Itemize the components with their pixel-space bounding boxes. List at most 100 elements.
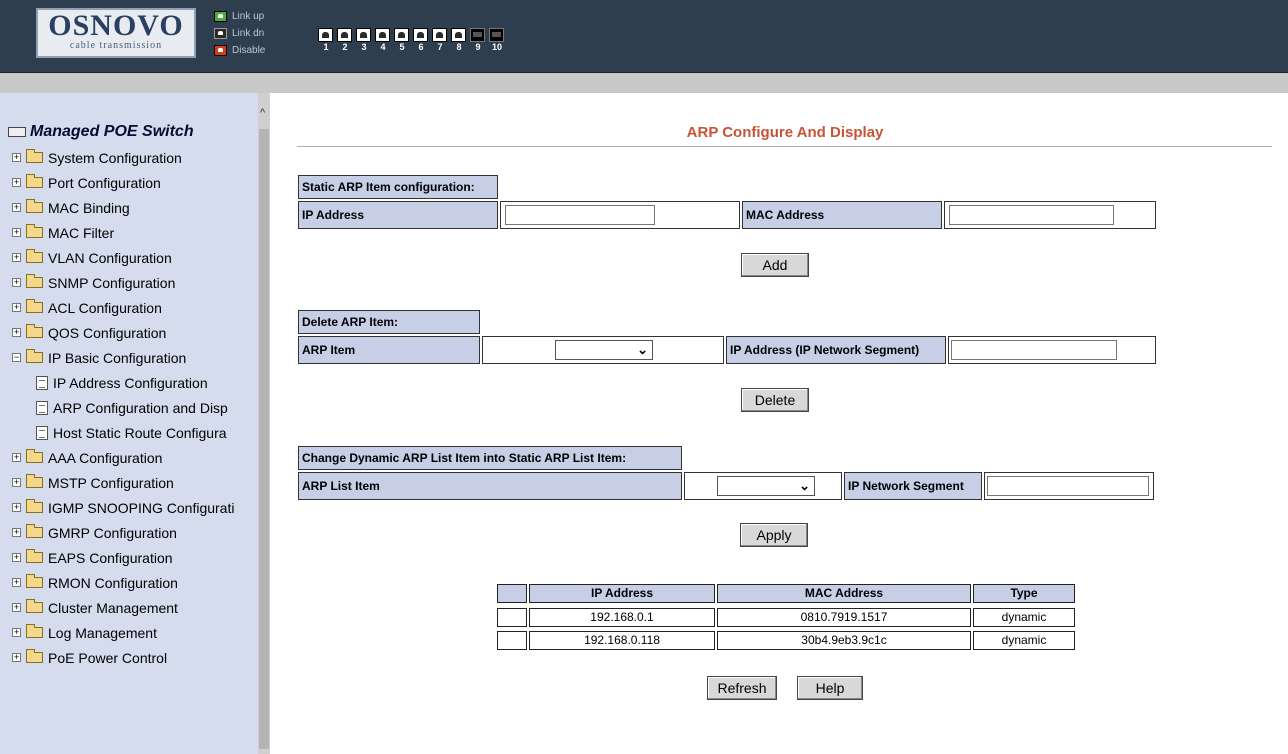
tree-item-ip-address-configuration[interactable]: IP Address Configuration [36,370,208,395]
sfp-port-icon [489,28,504,42]
apply-button[interactable]: Apply [740,523,808,547]
port-3[interactable]: 3 [356,28,372,53]
ethernet-port-icon [356,28,371,42]
ip-network-segment-field-box-2 [984,472,1154,500]
refresh-button[interactable]: Refresh [707,676,777,700]
port-7[interactable]: 7 [432,28,448,53]
port-9[interactable]: 9 [470,28,486,53]
scrollbar-thumb[interactable] [259,129,269,749]
tree-item-eaps-configuration[interactable]: + EAPS Configuration [12,545,173,570]
port-1[interactable]: 1 [318,28,334,53]
scroll-up-icon[interactable]: ^ [260,107,265,119]
sidebar-scrollbar[interactable]: ^ [258,93,270,754]
page-title: ARP Configure And Display [686,124,884,141]
expand-icon[interactable]: + [12,628,21,637]
tree-item-arp-configuration[interactable]: ARP Configuration and Disp [36,395,228,420]
tree-item-mstp-configuration[interactable]: + MSTP Configuration [12,470,174,495]
tree-item-label: System Configuration [48,149,182,166]
tree-item-snmp-configuration[interactable]: + SNMP Configuration [12,270,175,295]
tree-item-ip-basic-configuration[interactable]: − IP Basic Configuration [12,345,186,370]
folder-icon [26,199,43,213]
port-2[interactable]: 2 [337,28,353,53]
table-cell-mac: 30b4.9eb3.9c1c [717,631,971,650]
port-number: 3 [361,42,367,52]
mac-address-column-header: MAC Address [717,584,971,603]
tree-item-qos-configuration[interactable]: + QOS Configuration [12,320,166,345]
help-button[interactable]: Help [797,676,863,700]
sfp-port-icon [470,28,485,42]
arp-list-item-select[interactable]: ⌄ [717,476,815,496]
folder-icon [26,649,43,663]
add-button[interactable]: Add [741,253,809,277]
tree-item-label: AAA Configuration [48,449,163,466]
tree-item-acl-configuration[interactable]: + ACL Configuration [12,295,162,320]
expand-icon[interactable]: + [12,278,21,287]
tree-item-label: IGMP SNOOPING Configurati [48,499,235,516]
expand-icon[interactable]: + [12,453,21,462]
row-select-cell[interactable] [497,631,527,650]
expand-icon[interactable]: + [12,203,21,212]
row-select-cell[interactable] [497,608,527,627]
osnovo-logo: OSNOVO cable transmission [36,8,196,58]
arp-list-item-field-box: ⌄ [684,472,842,500]
tree-item-log-management[interactable]: + Log Management [12,620,157,645]
tree-item-mac-filter[interactable]: + MAC Filter [12,220,114,245]
expand-icon[interactable]: + [12,328,21,337]
tree-root-label: Managed POE Switch [30,123,194,140]
expand-icon[interactable]: + [12,603,21,612]
tree-item-aaa-configuration[interactable]: + AAA Configuration [12,445,162,470]
folder-icon [26,474,43,488]
ip-network-segment-input-2[interactable] [987,476,1149,496]
port-4[interactable]: 4 [375,28,391,53]
port-6[interactable]: 6 [413,28,429,53]
tree-item-label: MSTP Configuration [48,474,174,491]
port-10[interactable]: 10 [489,28,505,53]
tree-item-vlan-configuration[interactable]: + VLAN Configuration [12,245,172,270]
tree-item-mac-binding[interactable]: + MAC Binding [12,195,130,220]
tree-root-managed-poe-switch[interactable]: Managed POE Switch [8,123,194,141]
tree-item-label: Port Configuration [48,174,161,191]
expand-icon[interactable]: + [12,578,21,587]
tree-item-cluster-management[interactable]: + Cluster Management [12,595,178,620]
folder-icon [26,274,43,288]
open-folder-icon [26,349,43,363]
tree-item-host-static-route[interactable]: Host Static Route Configura [36,420,227,445]
port-5[interactable]: 5 [394,28,410,53]
legend-label: Link up [232,11,265,22]
ip-address-input[interactable] [505,205,655,225]
expand-icon[interactable]: + [12,178,21,187]
tree-item-label: MAC Filter [48,224,115,241]
folder-icon [26,249,43,263]
ip-network-segment-input[interactable] [951,340,1117,360]
tree-item-igmp-snooping[interactable]: + IGMP SNOOPING Configurati [12,495,234,520]
expand-icon[interactable]: + [12,478,21,487]
expand-icon[interactable]: + [12,528,21,537]
expand-icon[interactable]: + [12,653,21,662]
expand-icon[interactable]: + [12,153,21,162]
delete-button[interactable]: Delete [741,388,809,412]
tree-item-port-configuration[interactable]: + Port Configuration [12,170,161,195]
folder-icon [26,149,43,163]
expand-icon[interactable]: + [12,303,21,312]
folder-icon [26,299,43,313]
expand-icon[interactable]: + [12,553,21,562]
tree-item-poe-power-control[interactable]: + PoE Power Control [12,645,167,670]
expand-icon[interactable]: + [12,503,21,512]
expand-icon[interactable]: + [12,228,21,237]
tree-item-rmon-configuration[interactable]: + RMON Configuration [12,570,178,595]
port-number: 1 [323,42,329,52]
port-number: 6 [418,42,424,52]
static-arp-section-header: Static ARP Item configuration: [298,175,498,199]
type-column-header: Type [973,584,1075,603]
navigation-tree: Managed POE Switch + System Configuration… [0,93,258,754]
expand-icon[interactable]: + [12,253,21,262]
tree-item-label: VLAN Configuration [48,249,172,266]
arp-item-select[interactable]: ⌄ [555,340,653,360]
tree-item-label: Log Management [48,624,157,641]
collapse-icon[interactable]: − [12,353,21,362]
tree-item-gmrp-configuration[interactable]: + GMRP Configuration [12,520,177,545]
mac-address-input[interactable] [949,205,1114,225]
port-8[interactable]: 8 [451,28,467,53]
port-number: 10 [491,42,502,52]
tree-item-system-configuration[interactable]: + System Configuration [12,145,182,170]
